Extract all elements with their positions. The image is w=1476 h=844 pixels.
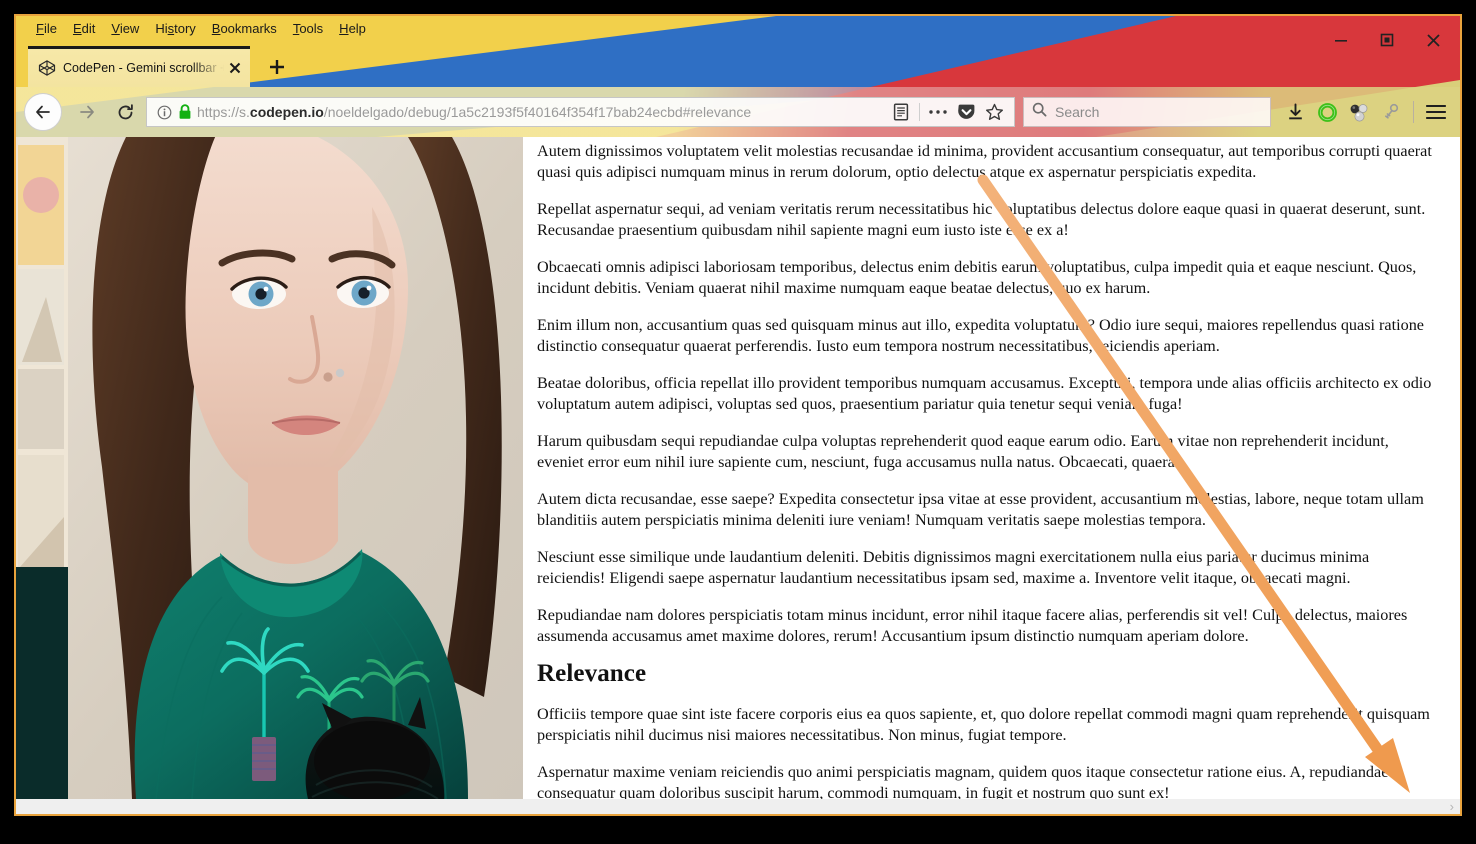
- paragraph: Repellat aspernatur sequi, ad veniam ver…: [537, 200, 1426, 239]
- paragraph: Repudiandae nam dolores perspiciatis tot…: [537, 606, 1408, 645]
- browser-tab[interactable]: CodePen - Gemini scrollbar + p: [28, 46, 250, 87]
- toolbar-right-icons: [1279, 96, 1452, 128]
- padlock-icon[interactable]: [175, 104, 195, 120]
- tab-title: CodePen - Gemini scrollbar + p: [63, 61, 224, 75]
- ellipsis-icon[interactable]: [924, 99, 952, 125]
- paragraph: Enim illum non, accusantium quas sed qui…: [537, 316, 1424, 355]
- section-heading-relevance: Relevance: [537, 660, 647, 687]
- new-tab-button[interactable]: [264, 54, 290, 80]
- menu-edit[interactable]: Edit: [65, 19, 103, 38]
- url-text: https://s.codepen.io/noeldelgado/debug/1…: [197, 104, 752, 120]
- menu-file[interactable]: File: [28, 19, 65, 38]
- green-ring-icon[interactable]: [1311, 96, 1343, 128]
- navigation-toolbar: https://s.codepen.io/noeldelgado/debug/1…: [16, 87, 1460, 137]
- url-bar[interactable]: https://s.codepen.io/noeldelgado/debug/1…: [146, 97, 1015, 127]
- tab-strip: CodePen - Gemini scrollbar + p: [16, 40, 1460, 87]
- reload-button[interactable]: [108, 95, 142, 129]
- minimize-icon[interactable]: [1318, 26, 1364, 54]
- menu-help[interactable]: Help: [331, 19, 374, 38]
- paragraph: Nesciunt esse similique unde laudantium …: [537, 548, 1370, 587]
- browser-window: File Edit View History Bookmarks Tools H…: [14, 14, 1462, 816]
- star-icon[interactable]: [980, 99, 1008, 125]
- download-arrow-icon[interactable]: [1279, 96, 1311, 128]
- article-body: Autem dignissimos voluptatem velit moles…: [523, 137, 1460, 799]
- horizontal-scrollbar[interactable]: ›: [16, 799, 1460, 814]
- paragraph: Beatae doloribus, officia repellat illo …: [537, 374, 1432, 413]
- info-circle-icon[interactable]: [153, 105, 175, 120]
- back-button[interactable]: [24, 93, 62, 131]
- hamburger-menu-icon[interactable]: [1420, 96, 1452, 128]
- paragraph: Autem dicta recusandae, esse saepe? Expe…: [537, 490, 1424, 529]
- forward-button[interactable]: [70, 95, 104, 129]
- page-photo: [16, 137, 523, 799]
- menu-tools[interactable]: Tools: [285, 19, 331, 38]
- pocket-icon[interactable]: [952, 99, 980, 125]
- paragraph: Harum quibusdam sequi repudiandae culpa …: [537, 432, 1389, 471]
- maximize-icon[interactable]: [1364, 26, 1410, 54]
- page-content: Autem dignissimos voluptatem velit moles…: [16, 137, 1460, 814]
- toolbar-divider: [919, 103, 920, 121]
- molecule-icon[interactable]: [1343, 96, 1375, 128]
- toolbar-divider: [1413, 101, 1414, 123]
- codepen-icon: [38, 59, 56, 77]
- search-input[interactable]: Search: [1055, 104, 1099, 120]
- search-icon: [1032, 102, 1047, 122]
- window-controls: [1318, 26, 1456, 54]
- menu-bar: File Edit View History Bookmarks Tools H…: [16, 16, 1460, 40]
- paragraph: Autem dignissimos voluptatem velit moles…: [537, 142, 1432, 181]
- paragraph: Officiis tempore quae sint iste facere c…: [537, 705, 1430, 744]
- key-icon[interactable]: [1375, 96, 1407, 128]
- tab-close-icon[interactable]: [226, 59, 244, 77]
- reader-mode-icon[interactable]: [887, 99, 915, 125]
- menu-history[interactable]: History: [147, 19, 203, 38]
- close-icon[interactable]: [1410, 26, 1456, 54]
- scrollbar-right-arrow-icon[interactable]: ›: [1450, 799, 1454, 814]
- paragraph: Obcaecati omnis adipisci laboriosam temp…: [537, 258, 1417, 297]
- menu-view[interactable]: View: [103, 19, 147, 38]
- paragraph: Aspernatur maxime veniam reiciendis quo …: [537, 763, 1389, 799]
- search-bar[interactable]: Search: [1023, 97, 1271, 127]
- menu-bookmarks[interactable]: Bookmarks: [204, 19, 285, 38]
